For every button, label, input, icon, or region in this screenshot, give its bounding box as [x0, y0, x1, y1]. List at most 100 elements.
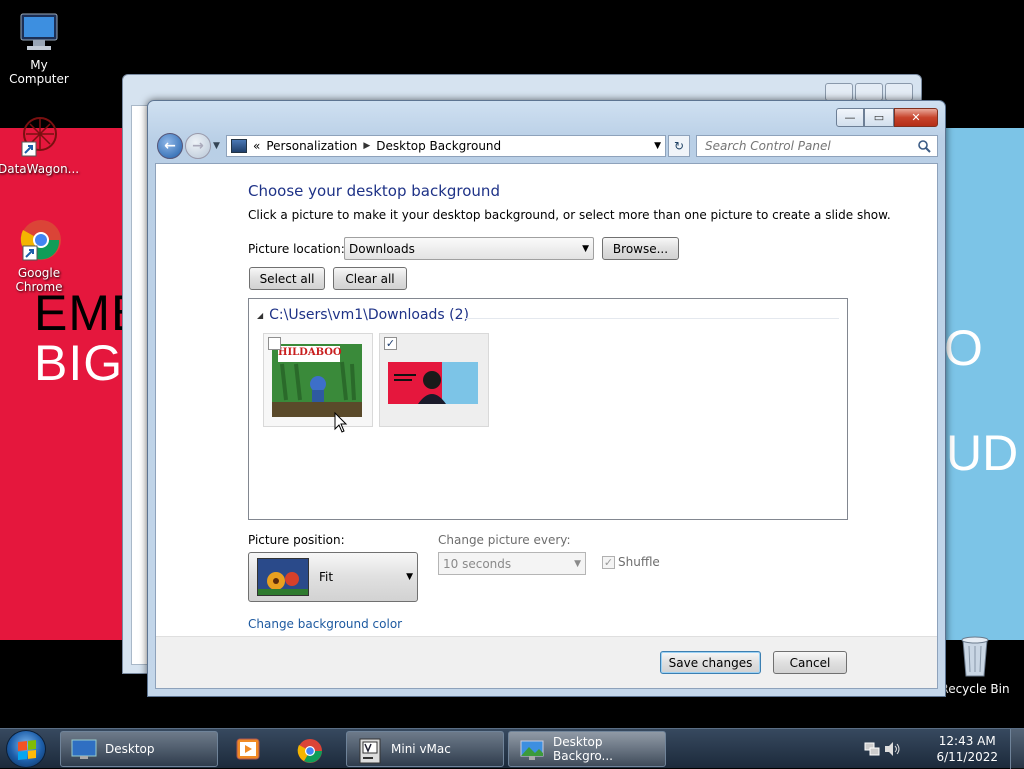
- page-description: Click a picture to make it your desktop …: [248, 208, 891, 222]
- background-window-caption: [825, 83, 913, 101]
- shortcut-icon: [14, 112, 62, 160]
- desktop-background-icon: [519, 738, 545, 760]
- picture-thumbnail-2[interactable]: ✓: [379, 333, 489, 427]
- close-button[interactable]: ✕: [894, 108, 938, 127]
- address-bar[interactable]: « Personalization ▶ Desktop Background ▼: [226, 135, 666, 157]
- picture-position-label: Picture position:: [248, 533, 345, 547]
- group-header[interactable]: ◢ C:\Users\vm1\Downloads (2): [257, 307, 469, 323]
- maximize-button[interactable]: ▭: [864, 108, 894, 127]
- chrome-icon: [15, 216, 63, 264]
- cancel-button[interactable]: Cancel: [773, 651, 847, 674]
- taskbar: Desktop Mini vMac Desktop Backgro... 12:…: [0, 728, 1024, 769]
- taskbar-item-mini-vmac[interactable]: Mini vMac: [346, 731, 504, 767]
- taskbar-item-media-player[interactable]: [224, 731, 276, 767]
- volume-icon[interactable]: [884, 741, 902, 757]
- taskbar-item-desktop[interactable]: Desktop: [60, 731, 218, 767]
- chevron-down-icon: ▼: [406, 572, 413, 582]
- background-maximize-button[interactable]: [855, 83, 883, 101]
- desktop-background-window: — ▭ ✕ ← → ▼ « Personalization ▶ Desktop …: [147, 100, 946, 697]
- wallpaper-text-1: EMB: [34, 285, 124, 341]
- wallpaper-right: O UD: [944, 128, 1024, 640]
- desktop-icon-my-computer[interactable]: My Computer: [0, 8, 79, 86]
- desktop-icon: [71, 738, 97, 760]
- picture-checkbox-1[interactable]: [268, 337, 281, 350]
- picture-image-1: HILDABOO: [272, 344, 362, 417]
- wallpaper-text-2: BIG: [34, 335, 124, 391]
- change-background-color-link[interactable]: Change background color: [248, 617, 402, 631]
- pictures-list[interactable]: ◢ C:\Users\vm1\Downloads (2) HILDABOO ✓: [248, 298, 848, 520]
- picture-checkbox-2[interactable]: ✓: [384, 337, 397, 350]
- shuffle-option[interactable]: ✓ Shuffle: [602, 555, 660, 569]
- collapse-triangle-icon[interactable]: ◢: [257, 311, 263, 320]
- recent-pages-dropdown[interactable]: ▼: [213, 141, 220, 151]
- clear-all-button[interactable]: Clear all: [333, 267, 407, 290]
- breadcrumb-desktop-background[interactable]: Desktop Background: [376, 139, 501, 153]
- arrow-left-icon: ←: [164, 138, 176, 154]
- position-preview-image: [257, 558, 309, 596]
- select-all-button[interactable]: Select all: [249, 267, 325, 290]
- desktop-icon-label: Recycle Bin: [940, 682, 1010, 696]
- media-player-icon: [235, 738, 261, 760]
- picture-thumbnail-1[interactable]: HILDABOO: [263, 333, 373, 427]
- clock-time: 12:43 AM: [938, 734, 996, 748]
- search-input[interactable]: [697, 136, 907, 156]
- navigation-bar: ← → ▼ « Personalization ▶ Desktop Backgr…: [156, 131, 938, 161]
- picture-position-dropdown[interactable]: Fit ▼: [248, 552, 418, 602]
- caption-buttons: — ▭ ✕: [836, 108, 938, 127]
- search-box[interactable]: [696, 135, 938, 157]
- show-desktop-button[interactable]: [1010, 729, 1024, 769]
- chevron-down-icon: ▼: [582, 243, 589, 254]
- desktop-icon-label: My Computer: [9, 58, 69, 86]
- desktop-icon-datawagon[interactable]: DataWagon...: [0, 112, 80, 176]
- group-divider: [465, 318, 839, 319]
- refresh-icon: ↻: [673, 139, 685, 153]
- shuffle-checkbox[interactable]: ✓: [602, 555, 615, 569]
- desktop-icon-label: Google Chrome: [15, 266, 63, 294]
- dialog-footer: Save changes Cancel: [156, 636, 937, 688]
- network-icon[interactable]: [864, 741, 880, 757]
- mouse-cursor-icon: [334, 412, 348, 433]
- group-header-label: C:\Users\vm1\Downloads (2): [269, 307, 469, 323]
- chevron-down-icon: ▼: [574, 558, 581, 569]
- picture-location-dropdown[interactable]: Downloads ▼: [344, 237, 594, 260]
- picture-location-value: Downloads: [349, 241, 415, 256]
- picture-location-label: Picture location:: [248, 242, 345, 256]
- wallpaper-text-4: UD: [946, 425, 1019, 481]
- content-pane: Choose your desktop background Click a p…: [155, 163, 938, 689]
- refresh-button[interactable]: ↻: [668, 135, 690, 157]
- desktop-icon-label: DataWagon...: [0, 162, 80, 176]
- browse-button[interactable]: Browse...: [602, 237, 679, 260]
- chrome-icon: [297, 738, 323, 763]
- background-close-button[interactable]: [885, 83, 913, 101]
- picture-title-1: HILDABOO: [278, 347, 342, 358]
- clock[interactable]: 12:43 AM 6/11/2022: [936, 733, 998, 765]
- start-button[interactable]: [6, 730, 46, 768]
- address-dropdown-icon[interactable]: ▼: [654, 141, 661, 151]
- breadcrumb-personalization[interactable]: Personalization: [266, 139, 357, 153]
- clock-date: 6/11/2022: [936, 750, 998, 764]
- forward-button[interactable]: →: [185, 133, 211, 159]
- arrow-right-icon: →: [192, 138, 204, 154]
- back-button[interactable]: ←: [157, 133, 183, 159]
- change-picture-every-dropdown[interactable]: 10 seconds ▼: [438, 552, 586, 575]
- background-minimize-button[interactable]: [825, 83, 853, 101]
- taskbar-item-label: Desktop Backgro...: [553, 735, 613, 763]
- picture-image-2: [388, 344, 478, 417]
- wallpaper-text-3: O: [944, 320, 983, 376]
- minimize-button[interactable]: —: [836, 108, 864, 127]
- computer-icon: [15, 8, 63, 56]
- breadcrumb-prefix[interactable]: «: [253, 139, 260, 153]
- save-changes-button[interactable]: Save changes: [660, 651, 761, 674]
- mini-vmac-icon: [357, 738, 383, 764]
- desktop-icon-google-chrome[interactable]: Google Chrome: [0, 216, 79, 294]
- taskbar-item-chrome[interactable]: [286, 731, 338, 767]
- change-picture-every-value: 10 seconds: [443, 556, 512, 571]
- breadcrumb-separator-icon[interactable]: ▶: [363, 141, 370, 151]
- search-icon[interactable]: [917, 139, 931, 153]
- control-panel-icon: [231, 139, 247, 153]
- page-title: Choose your desktop background: [248, 182, 500, 200]
- desktop-icon-recycle-bin[interactable]: Recycle Bin: [935, 632, 1015, 696]
- taskbar-item-label: Desktop: [105, 742, 155, 756]
- picture-position-value: Fit: [319, 570, 334, 584]
- taskbar-item-desktop-background[interactable]: Desktop Backgro...: [508, 731, 666, 767]
